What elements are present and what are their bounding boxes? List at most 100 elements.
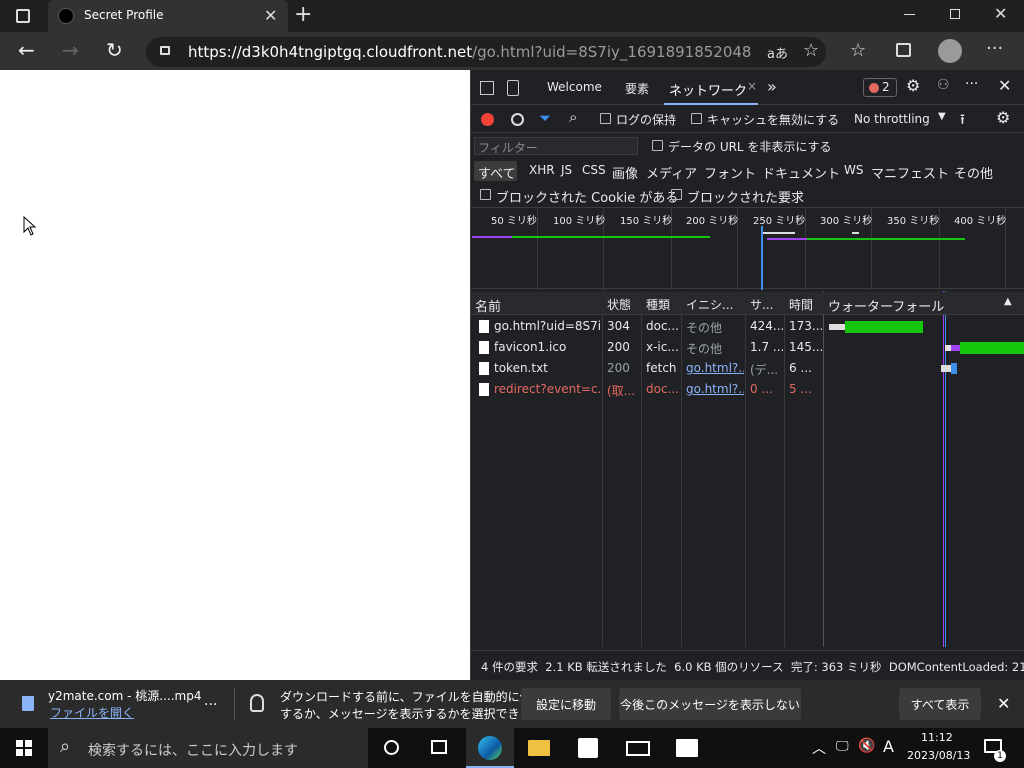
show-all-button[interactable]: すべて表示 [899,688,981,720]
edge-logo-icon [478,736,502,760]
waterfall-bar [845,321,923,333]
throttling-chevron-down-icon[interactable]: ▼ [938,111,946,122]
timeline-tick: 50 ミリ秒 [491,216,537,227]
overview-timeline[interactable]: 50 ミリ秒 100 ミリ秒 150 ミリ秒 200 ミリ秒 250 ミリ秒 3… [471,207,1024,290]
table-row[interactable]: token.txt 200 fetch go.html?... (デ... 6 … [471,358,1024,379]
mail-icon[interactable] [626,741,650,756]
column-header-type[interactable]: 種類 [646,296,670,313]
network-icon[interactable]: 🖵 [836,739,849,754]
favorites-icon[interactable]: ☆ [850,40,866,61]
request-time: 173... [789,319,824,333]
settings-more-icon[interactable]: ··· [986,38,1003,59]
download-filename[interactable]: y2mate.com - 桃源....mp4 [48,687,201,704]
column-header-name[interactable]: 名前 [475,296,501,315]
column-header-initiator[interactable]: イニシ... [686,296,733,313]
new-tab-icon[interactable]: + [294,2,312,27]
profile-avatar[interactable] [938,39,962,63]
type-filter-font[interactable]: フォント [704,163,756,182]
blocked-requests-checkbox[interactable] [671,189,682,200]
import-har-icon[interactable]: ⭱ [960,109,965,133]
column-header-waterfall[interactable]: ウォーターフォール [828,296,944,315]
filter-funnel-icon[interactable]: ⏷ [539,109,551,127]
minimize-icon[interactable] [904,14,915,15]
network-settings-icon[interactable]: ⚙ [996,108,1010,127]
lock-icon[interactable] [160,46,170,55]
go-to-settings-button[interactable]: 設定に移動 [521,688,611,720]
summary-text: 4 件の要求 2.1 KB 転送されました 6.0 KB 個のリソース 完了: … [481,660,1024,674]
download-more-icon[interactable]: ... [204,693,217,709]
request-name: go.html?uid=8S7i... [494,319,600,333]
device-emulation-icon[interactable] [507,80,519,96]
table-row[interactable]: favicon1.ico 200 x-ic... その他 1.7 ... 145… [471,337,1024,358]
type-filter-media[interactable]: メディア [646,163,697,182]
column-header-time[interactable]: 時間 [789,296,813,313]
search-icon[interactable]: ⌕ [569,108,577,126]
add-favorite-icon[interactable]: ☆ [803,40,819,61]
type-filter-all[interactable]: すべて [478,163,516,182]
inspect-icon[interactable] [480,81,494,95]
devtools-more-icon[interactable]: ··· [965,76,978,92]
tab-welcome[interactable]: Welcome [547,80,602,94]
throttling-select[interactable]: No throttling [854,112,930,126]
restore-icon[interactable] [950,9,960,19]
page-content[interactable] [0,70,470,680]
back-icon[interactable]: ← [18,38,35,62]
cortana-icon[interactable] [384,740,399,755]
request-size: 0 ... [750,382,773,396]
refresh-icon[interactable]: ↻ [106,38,123,62]
type-filter-css[interactable]: CSS [582,163,606,177]
network-toolbar: ⏷ ⌕ ログの保持 キャッシュを無効にする No throttling ▼ ⭱ … [471,105,1024,133]
clear-icon[interactable] [511,113,524,126]
column-header-status[interactable]: 状態 [607,296,631,313]
close-network-tab-icon[interactable]: × [747,79,757,93]
timeline-tick: 350 ミリ秒 [887,216,940,227]
type-filter-js[interactable]: JS [561,163,572,177]
tab-network[interactable]: ネットワーク [669,80,747,99]
tab-elements[interactable]: 要素 [625,80,649,97]
sort-ascending-icon[interactable]: ▲ [1004,296,1012,307]
url-text[interactable]: https://d3k0h4tngiptgq.cloudfront.net/go… [188,43,751,61]
hidden-icons-chevron-icon[interactable]: ︿ [812,738,826,758]
connections-icon[interactable]: ⚇ [937,77,950,93]
close-window-icon[interactable]: ✕ [994,4,1007,23]
type-filter-other[interactable]: その他 [954,163,993,182]
request-time: 6 ... [789,361,812,375]
preserve-log-checkbox[interactable] [600,113,611,124]
disable-cache-checkbox[interactable] [691,113,702,124]
record-icon[interactable] [481,113,494,126]
file-icon [22,696,34,711]
type-filter-manifest[interactable]: マニフェスト [871,163,949,182]
windows-start-icon[interactable] [16,740,32,756]
type-filter-ws[interactable]: WS [844,163,863,177]
type-filter-document[interactable]: ドキュメント [762,163,840,182]
collections-icon[interactable] [896,43,911,57]
forward-icon[interactable]: → [62,38,79,62]
type-filter-image[interactable]: 画像 [612,163,638,182]
blocked-cookies-checkbox[interactable] [480,189,491,200]
task-view-icon[interactable] [431,740,447,754]
type-filter-row: すべて XHR JS CSS 画像 メディア フォント ドキュメント WS マニ… [471,160,1024,182]
tab-actions-icon[interactable] [16,9,30,23]
video-editor-icon[interactable] [676,739,698,757]
table-row[interactable]: redirect?event=c... (取... doc... go.html… [471,379,1024,400]
settings-gear-icon[interactable]: ⚙ [906,76,920,95]
clock-time[interactable]: 11:12 [921,731,953,744]
request-initiator-link[interactable]: go.html?... [686,382,744,396]
translate-icon[interactable]: aあ [767,43,788,62]
more-tabs-icon[interactable]: » [767,77,777,96]
open-file-link[interactable]: ファイルを開く [50,704,134,721]
close-devtools-icon[interactable]: ✕ [998,76,1011,95]
volume-muted-icon[interactable]: 🔇 [858,738,875,754]
table-row[interactable]: go.html?uid=8S7i... 304 doc... その他 424..… [471,316,1024,337]
dont-show-again-button[interactable]: 今後このメッセージを表示しない [619,688,801,720]
close-tab-icon[interactable]: ✕ [264,6,277,25]
file-explorer-icon[interactable] [528,740,550,756]
column-header-size[interactable]: サ... [750,296,773,313]
type-filter-xhr[interactable]: XHR [529,163,555,177]
ime-indicator[interactable]: A [883,737,894,756]
store-icon[interactable] [578,738,598,758]
clock-date[interactable]: 2023/08/13 [907,749,970,762]
close-download-bar-icon[interactable]: ✕ [997,694,1010,713]
request-initiator-link[interactable]: go.html?... [686,361,744,375]
hide-data-urls-checkbox[interactable] [652,140,663,151]
